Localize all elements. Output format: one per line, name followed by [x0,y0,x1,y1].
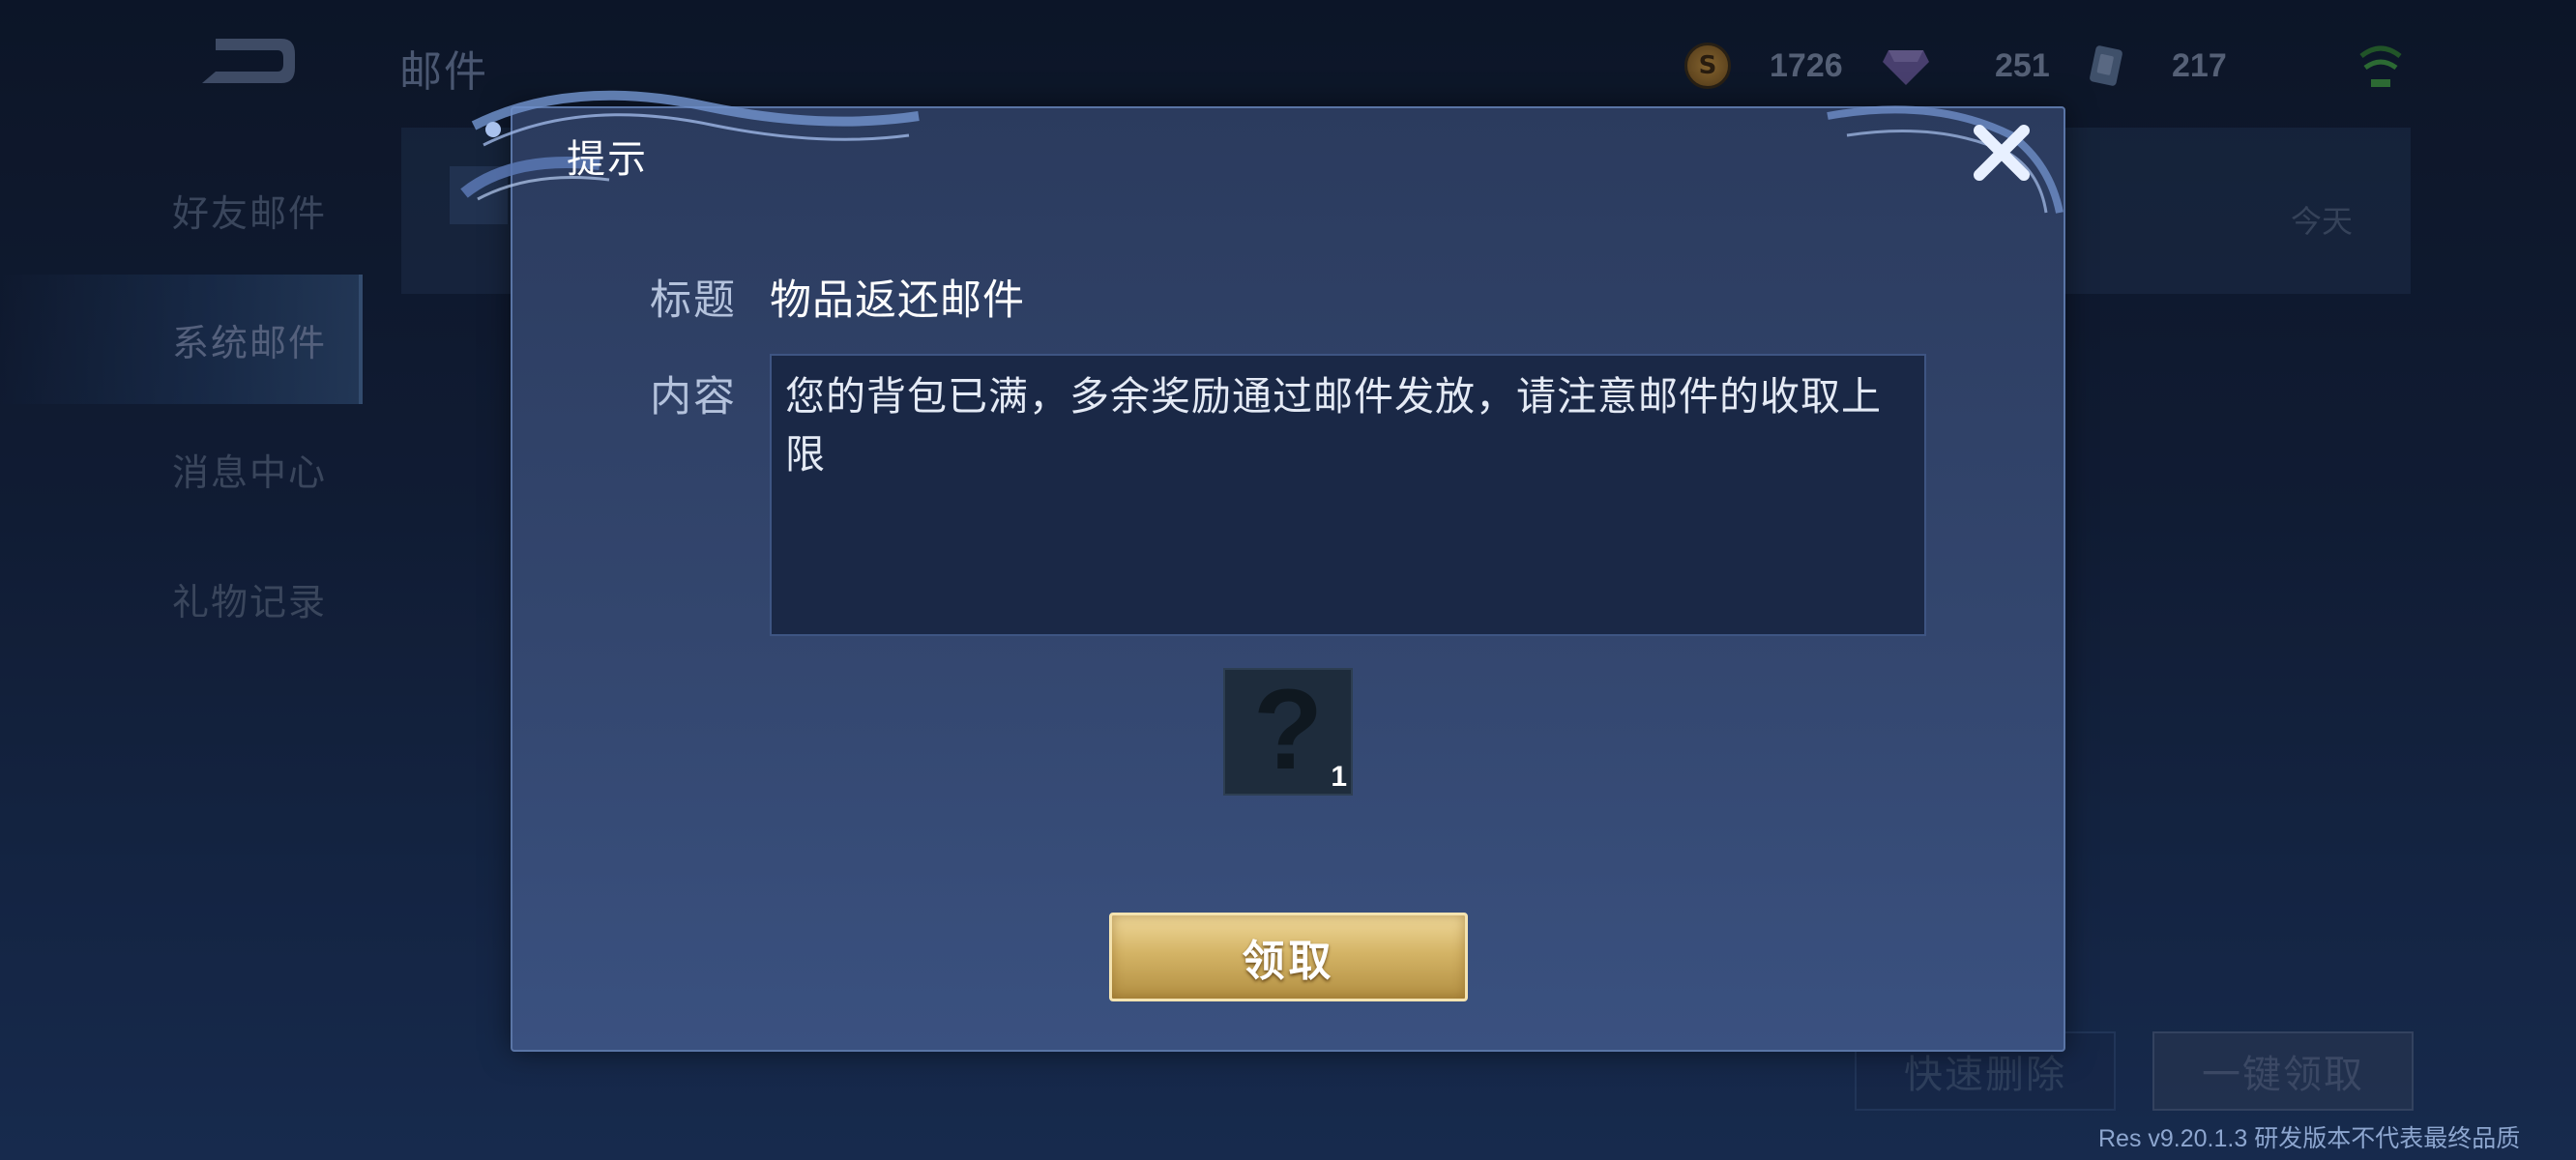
back-button[interactable] [189,29,300,91]
claim-all-button[interactable]: 一键领取 [2152,1031,2414,1111]
sidebar-item-label: 礼物记录 [172,580,328,624]
mail-envelope-icon [450,166,508,224]
close-button[interactable] [1963,116,2040,189]
wifi-signal-icon [2359,37,2402,91]
gem-currency: 251 [1881,39,2050,93]
voucher-value: 217 [2172,46,2227,84]
voucher-currency: 217 [2087,39,2227,93]
sidebar-item-gift-record[interactable]: 礼物记录 [0,534,363,663]
close-icon [1974,125,2030,181]
sidebar-item-message-center[interactable]: 消息中心 [0,404,363,534]
mail-date: 今天 [2290,203,2353,240]
reward-item-slot[interactable]: ? 1 [1223,666,1353,796]
sidebar-item-friend-mail[interactable]: 好友邮件 [0,145,363,275]
gold-currency: S 1726 [1684,39,1843,93]
mail-category-sidebar: 好友邮件 系统邮件 消息中心 礼物记录 [0,145,363,663]
sidebar-item-label: 消息中心 [172,450,328,494]
claim-button-label: 领取 [1242,937,1335,986]
content-label: 内容 [650,373,737,421]
page-title: 邮件 [399,47,488,97]
voucher-icon [2087,44,2125,88]
version-text: Res v9.20.1.3 研发版本不代表最终品质 [2098,1125,2521,1152]
subject-value: 物品返还邮件 [770,276,1025,325]
content-text: 您的背包已满，多余奖励通过邮件发放，请注意邮件的收取上限 [770,354,1926,636]
sidebar-item-label: 系统邮件 [172,321,328,364]
claim-button[interactable]: 领取 [1109,913,1468,1001]
gem-icon [1881,44,1931,87]
dialog-title: 提示 [567,137,648,182]
gold-value: 1726 [1770,46,1843,84]
back-arrow-icon [202,39,295,83]
subject-label: 标题 [650,276,737,325]
sidebar-item-label: 好友邮件 [172,191,328,235]
reward-count: 1 [1331,761,1347,793]
gem-value: 251 [1995,46,2050,84]
gold-coin-icon: S [1684,43,1731,89]
sidebar-item-system-mail[interactable]: 系统邮件 [0,275,363,404]
